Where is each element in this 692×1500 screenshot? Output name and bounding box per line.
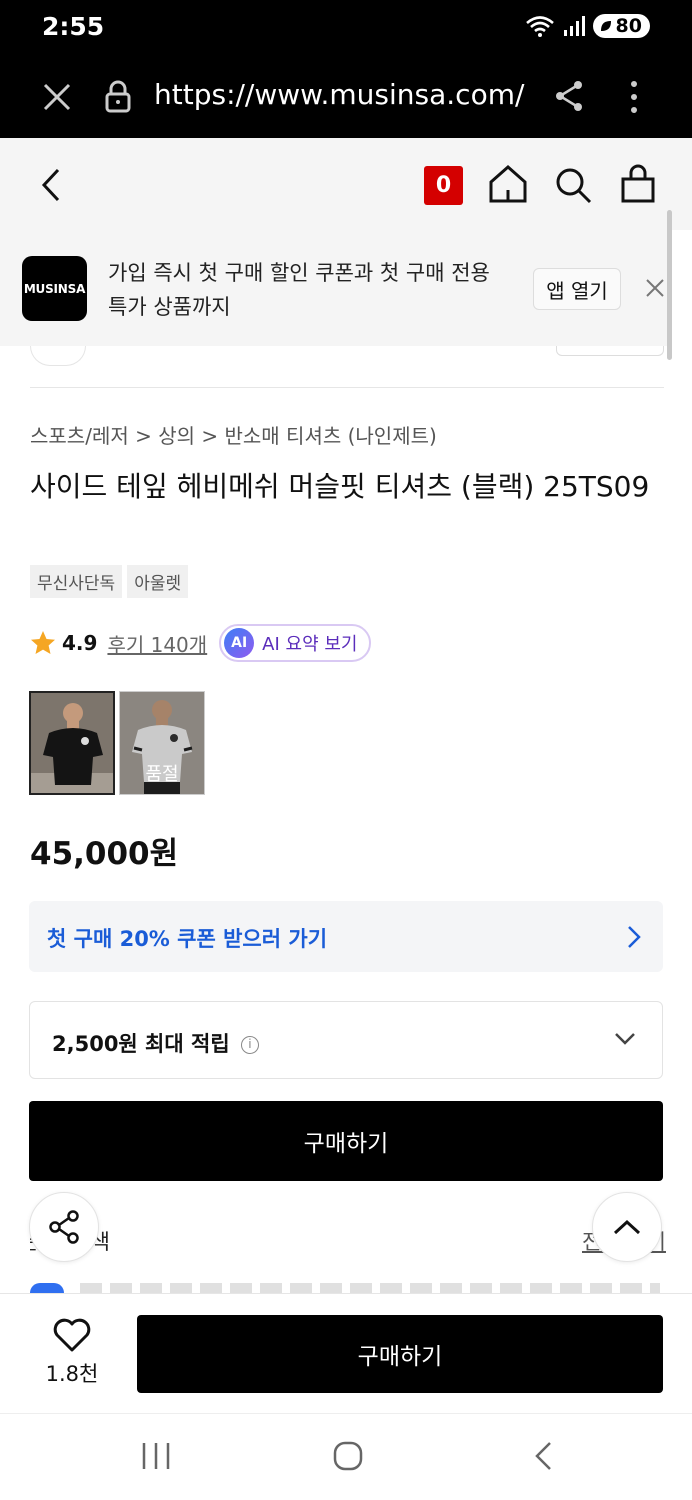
back-icon[interactable] [40, 168, 62, 202]
like-count: 1.8천 [45, 1362, 99, 1386]
tag-outlet: 아울렛 [127, 565, 189, 598]
info-icon[interactable]: i [240, 1036, 259, 1054]
status-time: 2:55 [42, 12, 105, 41]
rating-value: 4.9 [62, 631, 98, 655]
share-icon [49, 1210, 79, 1244]
buy-button-sticky[interactable]: 구매하기 [137, 1315, 663, 1393]
app-header [0, 138, 692, 230]
home-icon[interactable] [488, 164, 528, 204]
star-icon [31, 631, 55, 654]
ai-summary-button[interactable]: AI AI 요약 보기 [219, 624, 372, 662]
points-dropdown[interactable]: 2,500원 최대 적립 i [29, 1001, 663, 1079]
more-menu-icon[interactable] [628, 80, 640, 114]
rating-row: 4.9 후기 140개 AI AI 요약 보기 [30, 624, 372, 662]
home-nav-icon[interactable] [332, 1440, 364, 1472]
status-icons: 80 [525, 14, 650, 38]
scrollbar[interactable] [667, 210, 672, 360]
heart-icon [53, 1318, 91, 1352]
system-nav-bar [0, 1413, 692, 1500]
coupon-banner[interactable]: 첫 구매 20% 쿠폰 받으러 가기 [29, 901, 663, 972]
price: 45,000원 [30, 836, 179, 872]
share-icon[interactable] [554, 80, 584, 112]
partial-text-line [80, 1283, 660, 1293]
share-floating-button[interactable] [29, 1192, 99, 1262]
app-install-banner: MUSINSA 가입 즉시 첫 구매 할인 쿠폰과 첫 구매 전용 특가 상품까… [0, 230, 672, 346]
product-title: 사이드 테잎 헤비메쉬 머슬핏 티셔츠 (블랙) 25TS09 [30, 470, 650, 503]
points-text: 2,500원 최대 적립 i [52, 1028, 259, 1058]
chevron-right-icon [628, 926, 641, 948]
ai-summary-label: AI 요약 보기 [262, 634, 358, 655]
sold-out-label: 품절 [145, 764, 179, 785]
musinsa-logo: MUSINSA [22, 256, 87, 321]
browser-bar: https://www.musinsa.com/pr [0, 56, 692, 138]
chevron-up-icon [613, 1219, 641, 1235]
scroll-top-button[interactable] [592, 1192, 662, 1262]
close-tab-icon[interactable] [42, 82, 72, 112]
status-bar: 2:55 80 [0, 0, 692, 56]
open-app-button[interactable]: 앱 열기 [533, 268, 621, 310]
recent-apps-icon[interactable] [140, 1440, 172, 1472]
cart-count-badge[interactable]: 0 [424, 166, 463, 205]
coupon-text: 첫 구매 20% 쿠폰 받으러 가기 [47, 927, 328, 951]
tag-exclusive: 무신사단독 [30, 565, 123, 598]
brand-follow-button[interactable] [556, 346, 664, 356]
buy-button[interactable]: 구매하기 [29, 1101, 663, 1181]
bottom-action-bar: 1.8천 구매하기 [0, 1293, 692, 1413]
product-tags: 무신사단독 아울렛 [30, 565, 189, 598]
info-badge-partial [30, 1283, 64, 1293]
color-option-white[interactable]: 품절 [119, 691, 205, 795]
chevron-down-icon [615, 1033, 635, 1045]
ai-badge-icon: AI [224, 628, 255, 658]
back-nav-icon[interactable] [532, 1440, 554, 1472]
signal-icon [563, 16, 585, 36]
points-label: 2,500원 최대 적립 [52, 1032, 230, 1056]
url-field[interactable]: https://www.musinsa.com/pr [154, 78, 526, 111]
shopping-bag-icon[interactable] [620, 164, 656, 204]
product-image-black [31, 693, 113, 793]
banner-text: 가입 즉시 첫 구매 할인 쿠폰과 첫 구매 전용 특가 상품까지 [108, 261, 490, 319]
battery-level: 80 [615, 15, 642, 37]
like-button[interactable]: 1.8천 [30, 1318, 114, 1388]
lock-icon[interactable] [104, 80, 132, 114]
wifi-icon [525, 16, 554, 37]
battery-indicator: 80 [592, 14, 650, 38]
review-link[interactable]: 후기 140개 [107, 629, 207, 658]
search-icon[interactable] [554, 166, 592, 204]
battery-saver-icon [600, 21, 611, 31]
divider [30, 387, 664, 388]
color-option-black[interactable] [29, 691, 115, 795]
close-icon[interactable] [645, 278, 665, 298]
brand-avatar [30, 346, 86, 366]
breadcrumb[interactable]: 스포츠/레저 > 상의 > 반소매 티셔츠 (나인제트) [30, 420, 437, 449]
